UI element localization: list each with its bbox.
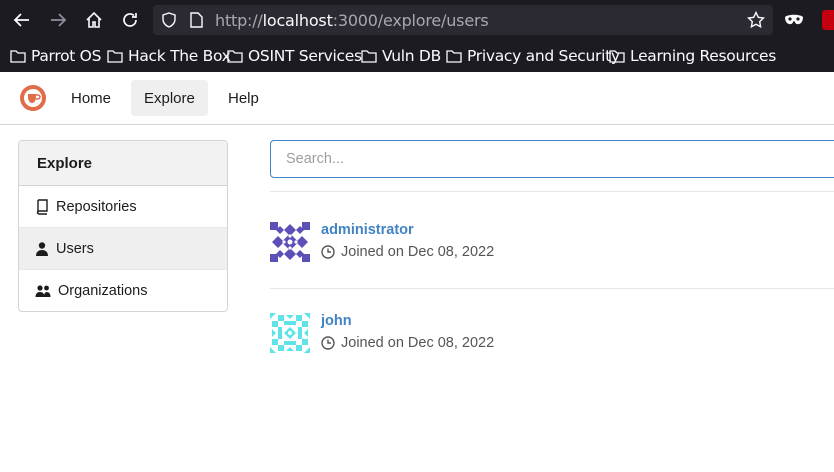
url-bar[interactable]: http://localhost:3000/explore/users — [153, 5, 773, 35]
bookmark-folder[interactable]: Parrot OS — [10, 46, 101, 66]
folder-icon — [10, 50, 26, 63]
page-icon[interactable] — [189, 12, 203, 28]
sidebar-item-label: Organizations — [58, 283, 148, 299]
bookmark-folder[interactable]: Hack The Box — [107, 46, 231, 66]
clock-icon — [321, 336, 335, 350]
folder-icon — [609, 50, 625, 63]
folder-icon — [361, 50, 377, 63]
reload-icon — [123, 13, 137, 27]
list-item: john Joined on Dec 08, 2022 — [270, 313, 834, 363]
avatar[interactable] — [270, 222, 310, 262]
bookmark-label: Hack The Box — [128, 47, 231, 65]
shield-icon[interactable] — [161, 12, 177, 28]
bookmark-folder[interactable]: Vuln DB — [361, 46, 441, 66]
url-host: localhost — [262, 11, 333, 30]
username-link[interactable]: administrator — [321, 222, 414, 238]
sidebar-item-label: Users — [56, 240, 94, 257]
repo-icon — [36, 198, 48, 215]
arrow-right-icon — [51, 13, 67, 27]
back-button[interactable] — [10, 8, 34, 32]
bookmark-label: Parrot OS — [31, 47, 102, 65]
sidebar-item-repositories[interactable]: Repositories — [19, 186, 227, 228]
search-input[interactable] — [271, 141, 834, 177]
bookmark-label: Vuln DB — [382, 47, 441, 65]
forward-button[interactable] — [46, 8, 70, 32]
url-path: :3000/explore/users — [332, 11, 489, 30]
folder-icon — [107, 50, 123, 63]
bookmark-folder[interactable]: OSINT Services — [227, 46, 362, 66]
bookmark-label: OSINT Services — [248, 47, 362, 65]
site-header: Home Explore Help — [0, 72, 834, 125]
extension-icon[interactable] — [822, 10, 834, 30]
bookmark-label: Learning Resources — [630, 47, 776, 65]
joined-date: Joined on Dec 08, 2022 — [321, 335, 494, 351]
username-link[interactable]: john — [321, 313, 352, 329]
nav-home[interactable]: Home — [58, 80, 124, 116]
browser-chrome: http://localhost:3000/explore/users Parr… — [0, 0, 834, 72]
user-search — [270, 140, 834, 178]
browser-toolbar: http://localhost:3000/explore/users — [0, 0, 834, 40]
home-button[interactable] — [82, 8, 106, 32]
url-text[interactable]: http://localhost:3000/explore/users — [215, 11, 489, 30]
mask-icon — [785, 14, 803, 25]
joined-date: Joined on Dec 08, 2022 — [321, 244, 494, 260]
joined-text: Joined on Dec 08, 2022 — [341, 244, 495, 260]
joined-text: Joined on Dec 08, 2022 — [341, 335, 495, 351]
bookmarks-bar: Parrot OS Hack The Box OSINT Services Vu… — [0, 40, 834, 72]
sidebar-item-label: Repositories — [56, 198, 137, 215]
bookmark-folder[interactable]: Privacy and Security — [446, 46, 620, 66]
person-icon — [36, 241, 48, 256]
explore-sidebar: Explore Repositories Users Organizations — [18, 140, 228, 312]
sidebar-title: Explore — [19, 141, 227, 186]
divider — [270, 288, 834, 289]
folder-icon — [446, 50, 462, 63]
sidebar-item-users[interactable]: Users — [19, 228, 227, 270]
bookmark-label: Privacy and Security — [467, 47, 620, 65]
avatar[interactable] — [270, 313, 310, 353]
bookmark-folder[interactable]: Learning Resources — [609, 46, 776, 66]
reload-button[interactable] — [118, 8, 142, 32]
divider — [270, 191, 834, 192]
sidebar-item-organizations[interactable]: Organizations — [19, 270, 227, 311]
url-prefix: http:// — [215, 11, 263, 30]
gitea-logo-icon[interactable] — [19, 84, 47, 112]
list-item: administrator Joined on Dec 08, 2022 — [270, 222, 834, 272]
private-browsing-button[interactable] — [782, 8, 806, 32]
clock-icon — [321, 245, 335, 259]
nav-explore[interactable]: Explore — [131, 80, 208, 116]
arrow-left-icon — [13, 13, 29, 27]
nav-help[interactable]: Help — [215, 80, 272, 116]
folder-icon — [227, 50, 243, 63]
star-icon[interactable] — [747, 11, 765, 29]
home-icon — [86, 11, 102, 28]
organization-icon — [35, 285, 51, 297]
